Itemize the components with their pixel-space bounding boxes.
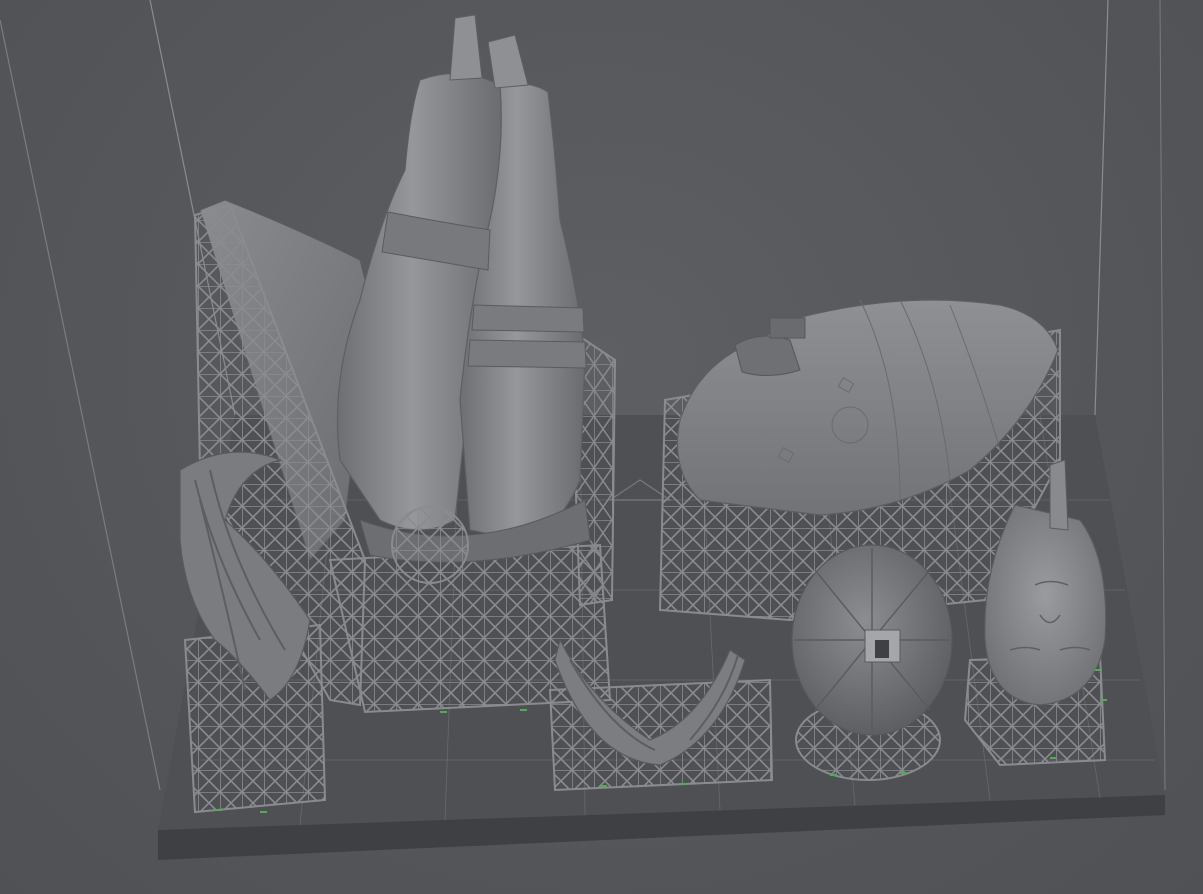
slicer-scene[interactable] [0, 0, 1203, 894]
hair-bun[interactable] [791, 544, 953, 781]
3d-viewport[interactable] [0, 0, 1203, 894]
